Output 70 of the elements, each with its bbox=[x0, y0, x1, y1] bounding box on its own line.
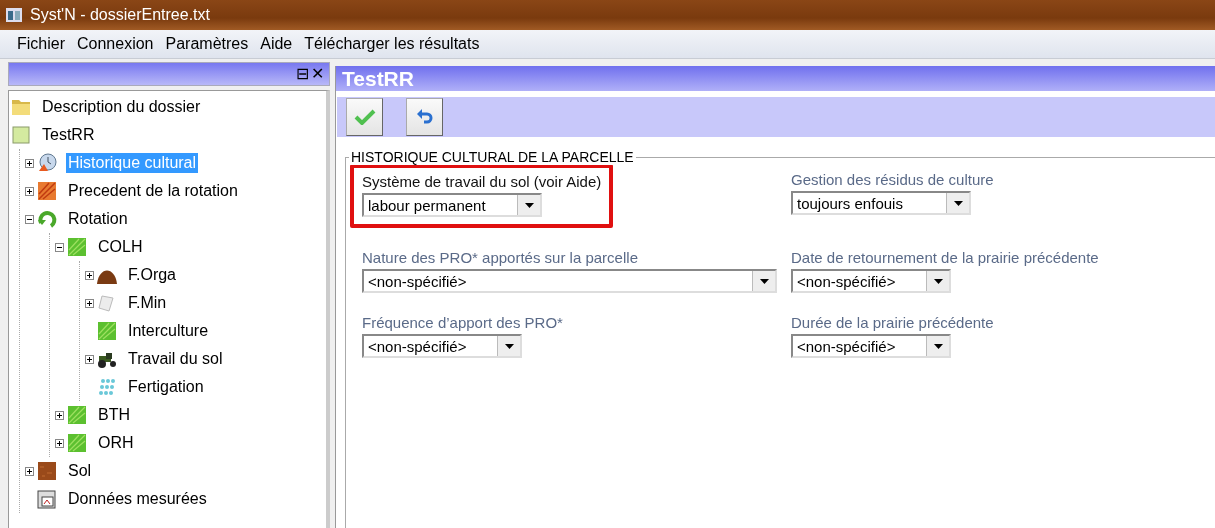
expand-toggle[interactable] bbox=[25, 466, 34, 476]
folder-icon bbox=[11, 97, 31, 117]
tree-item[interactable]: Sol bbox=[66, 461, 94, 481]
dropdown[interactable]: <non-spécifié> bbox=[362, 269, 777, 293]
expand-toggle[interactable] bbox=[25, 186, 34, 196]
field-label: Fréquence d’apport des PRO* bbox=[362, 314, 563, 331]
dropdown[interactable]: <non-spécifié> bbox=[791, 334, 951, 358]
expand-toggle[interactable] bbox=[85, 270, 94, 280]
tree-item[interactable]: Données mesurées bbox=[66, 489, 209, 509]
square-icon bbox=[11, 125, 31, 145]
dropdown[interactable]: <non-spécifié> bbox=[791, 269, 951, 293]
field-label: Date de retournement de la prairie précédente bbox=[791, 249, 1099, 266]
field-label: Nature des PRO* apportés sur la parcelle bbox=[362, 249, 639, 266]
tree-item[interactable]: BTH bbox=[96, 405, 132, 425]
tree-item[interactable]: ORH bbox=[96, 433, 136, 453]
check-icon bbox=[353, 109, 376, 125]
menu-item[interactable]: Aide bbox=[255, 35, 298, 53]
dropdown[interactable]: <non-spécifié> bbox=[362, 334, 522, 358]
leaf-icon bbox=[67, 405, 87, 425]
collapse-toggle[interactable] bbox=[55, 242, 64, 252]
panel-title: TestRR bbox=[336, 66, 1215, 91]
group-title: HISTORIQUE CULTURAL DE LA PARCELLE bbox=[349, 149, 636, 165]
field-label: Gestion des résidus de culture bbox=[791, 171, 994, 188]
leaf-icon bbox=[37, 181, 57, 201]
tree-item[interactable]: Rotation bbox=[66, 209, 130, 229]
expand-toggle[interactable] bbox=[85, 354, 94, 364]
meter-icon bbox=[37, 489, 57, 509]
collapse-toggle[interactable] bbox=[25, 214, 34, 224]
validate-button[interactable] bbox=[346, 98, 383, 136]
bag-icon bbox=[97, 293, 117, 313]
undo-icon bbox=[415, 108, 434, 126]
expand-toggle[interactable] bbox=[85, 298, 94, 308]
tree-item[interactable]: F.Min bbox=[126, 293, 169, 313]
window-title: Syst'N - dossierEntree.txt bbox=[30, 6, 210, 24]
field-label: Durée de la prairie précédente bbox=[791, 314, 994, 331]
close-button[interactable]: ✕ bbox=[310, 66, 325, 82]
leaf-icon bbox=[67, 433, 87, 453]
caret-icon bbox=[933, 278, 943, 284]
tree-item[interactable]: Travail du sol bbox=[126, 349, 225, 369]
caret-icon bbox=[524, 202, 534, 208]
rotation-icon bbox=[37, 209, 57, 229]
tree-item[interactable]: Interculture bbox=[126, 321, 211, 341]
tree-item[interactable]: TestRR bbox=[40, 125, 97, 145]
tree-item[interactable]: COLH bbox=[96, 237, 145, 257]
drops-icon bbox=[97, 377, 117, 397]
dropdown[interactable]: toujours enfouis bbox=[791, 191, 971, 215]
tree-item[interactable]: F.Orga bbox=[126, 265, 178, 285]
expand-toggle[interactable] bbox=[55, 438, 64, 448]
expand-toggle[interactable] bbox=[55, 410, 64, 420]
undo-button[interactable] bbox=[406, 98, 443, 136]
leaf-icon bbox=[67, 237, 87, 257]
menu-item[interactable]: Télécharger les résultats bbox=[299, 35, 485, 53]
clock-icon bbox=[37, 153, 57, 173]
caret-icon bbox=[759, 278, 769, 284]
dropdown[interactable]: labour permanent bbox=[362, 193, 542, 217]
caret-icon bbox=[504, 343, 514, 349]
float-button[interactable]: ⊟ bbox=[295, 66, 310, 82]
menu-item[interactable]: Connexion bbox=[72, 35, 159, 53]
tree-item[interactable]: Precedent de la rotation bbox=[66, 181, 240, 201]
app-icon bbox=[6, 8, 22, 22]
soil-icon bbox=[37, 461, 57, 481]
caret-icon bbox=[953, 200, 963, 206]
caret-icon bbox=[933, 343, 943, 349]
field-label: Système de travail du sol (voir Aide) bbox=[362, 173, 602, 190]
menu-item[interactable]: Paramètres bbox=[160, 35, 254, 53]
tree-item[interactable]: Fertigation bbox=[126, 377, 206, 397]
expand-toggle[interactable] bbox=[25, 158, 34, 168]
leaf-icon bbox=[97, 321, 117, 341]
tree-item[interactable]: Description du dossier bbox=[40, 97, 203, 117]
menu-item[interactable]: Fichier bbox=[12, 35, 70, 53]
